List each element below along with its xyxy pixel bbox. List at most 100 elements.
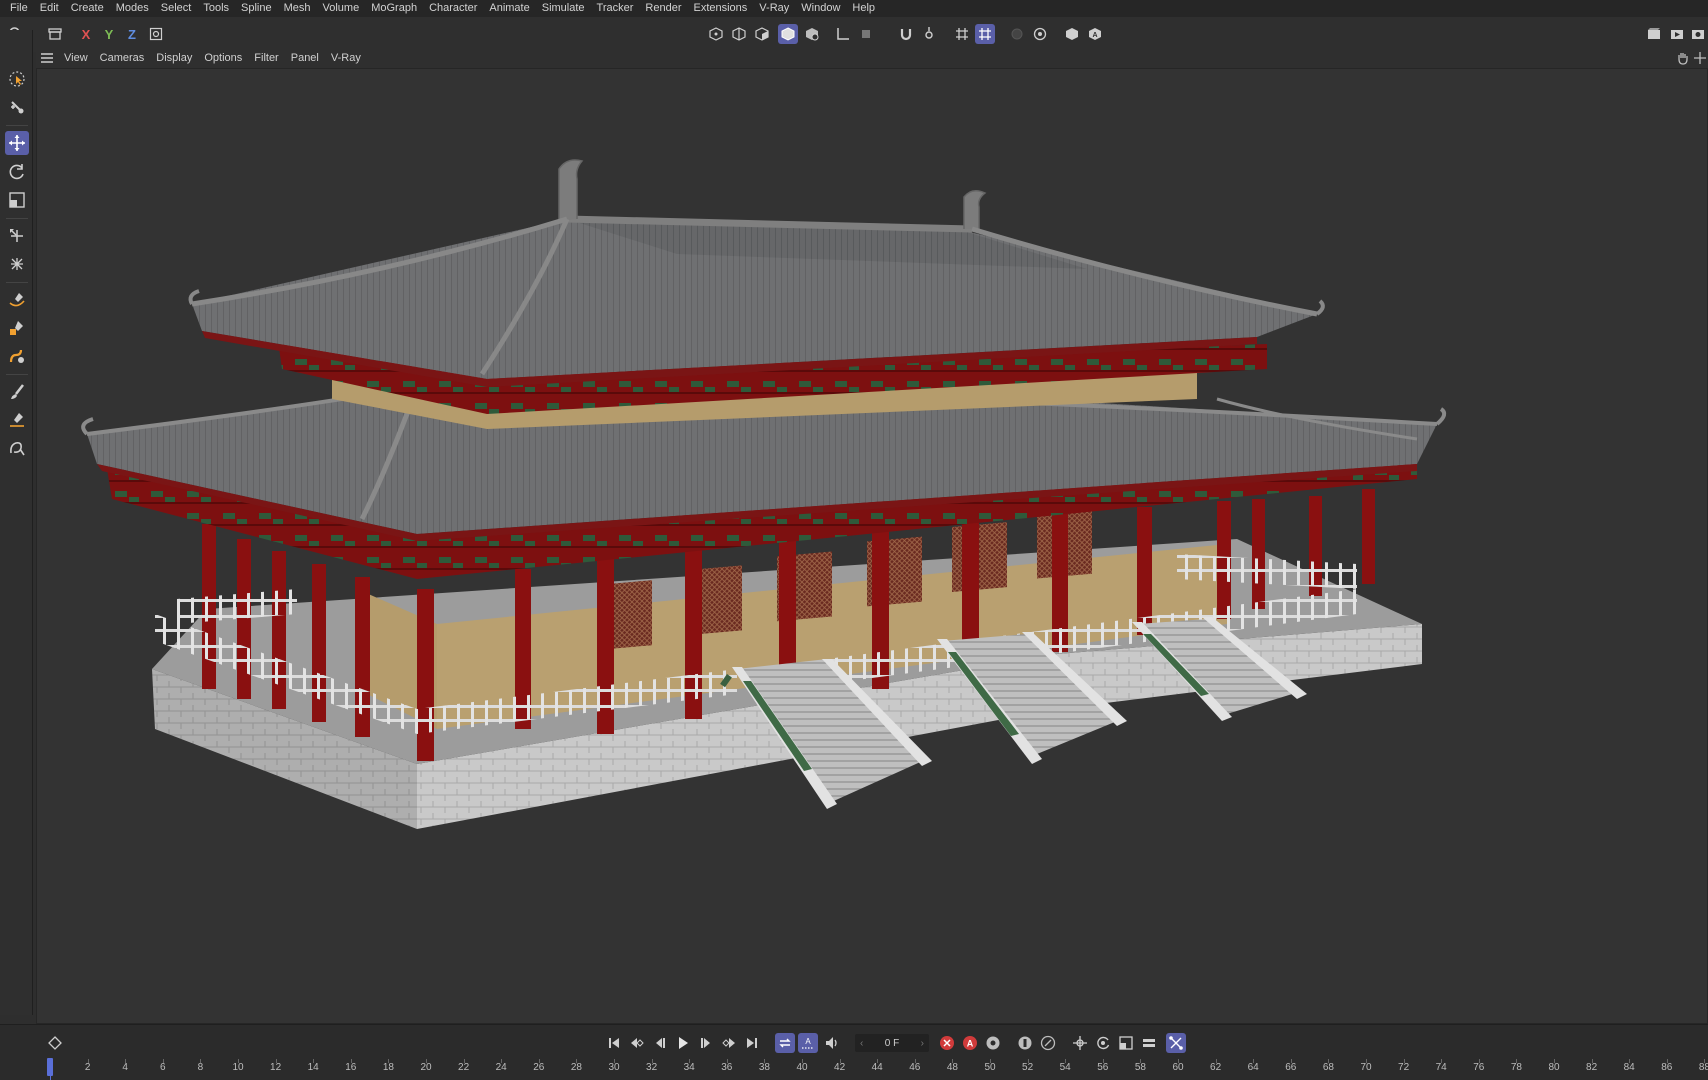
menu-mesh[interactable]: Mesh — [278, 0, 317, 17]
axis-mode-icon[interactable] — [833, 24, 853, 44]
render-active-view-icon[interactable] — [1667, 24, 1687, 44]
parameter-key-icon[interactable] — [1139, 1033, 1159, 1053]
menu-select[interactable]: Select — [155, 0, 198, 17]
ruler-tick-mark — [576, 1059, 578, 1063]
workplane-snap-icon[interactable] — [975, 24, 995, 44]
viewport-menu-icon[interactable] — [36, 48, 58, 68]
render-view-icon[interactable] — [1030, 24, 1050, 44]
sound-icon[interactable] — [822, 1033, 842, 1053]
axis-y-toggle[interactable]: Y — [99, 24, 119, 44]
viewport-menu-view[interactable]: View — [58, 48, 94, 68]
playback-mode-icon[interactable]: A — [798, 1033, 818, 1053]
scale-key-icon[interactable] — [1116, 1033, 1136, 1053]
rotation-key-icon[interactable] — [1093, 1033, 1113, 1053]
render-settings-icon[interactable] — [1644, 24, 1664, 44]
timeline-playhead[interactable] — [47, 1058, 53, 1076]
previous-frame-icon[interactable] — [650, 1033, 670, 1053]
record-keys-icon[interactable] — [937, 1033, 957, 1053]
ruler-tick-label: 44 — [871, 1062, 883, 1073]
menu-create[interactable]: Create — [65, 0, 110, 17]
snap-magnet-icon[interactable] — [896, 24, 916, 44]
frame-increment-icon[interactable]: › — [921, 1038, 924, 1049]
live-selection-icon[interactable] — [5, 67, 29, 91]
render-region-icon[interactable] — [1007, 24, 1027, 44]
point-level-animation-icon[interactable] — [1166, 1033, 1186, 1053]
next-key-icon[interactable] — [719, 1033, 739, 1053]
play-forward-icon[interactable] — [673, 1033, 693, 1053]
frame-decrement-icon[interactable]: ‹ — [860, 1038, 863, 1049]
viewport-menu-options[interactable]: Options — [198, 48, 248, 68]
autokeying-icon[interactable]: A — [960, 1033, 980, 1053]
viewport-menu-cameras[interactable]: Cameras — [94, 48, 151, 68]
3d-viewport[interactable] — [36, 68, 1708, 1024]
model-mode-icon[interactable] — [778, 24, 798, 44]
keyframe-diamond-icon[interactable] — [45, 1033, 65, 1053]
viewport-menu-filter[interactable]: Filter — [248, 48, 284, 68]
viewport-menu-vray[interactable]: V-Ray — [325, 48, 367, 68]
axis-z-toggle[interactable]: Z — [122, 24, 142, 44]
knife-tool-icon[interactable] — [5, 408, 29, 432]
ruler-tick-mark — [614, 1059, 615, 1063]
key-info-icon[interactable] — [1015, 1033, 1035, 1053]
viewport-menu-display[interactable]: Display — [150, 48, 198, 68]
timeline-ruler[interactable]: 0246810121416182022242628303234363840424… — [44, 1059, 1708, 1080]
loop-icon[interactable] — [775, 1033, 795, 1053]
ruler-tick-mark — [1403, 1059, 1405, 1063]
snap-settings-icon[interactable] — [919, 24, 939, 44]
go-to-start-icon[interactable] — [604, 1033, 624, 1053]
auto-key-icon[interactable]: A — [1085, 24, 1105, 44]
ruler-tick-label: 10 — [232, 1062, 244, 1073]
texture-mode-icon[interactable] — [802, 24, 822, 44]
points-mode-icon[interactable] — [706, 24, 726, 44]
menu-extensions[interactable]: Extensions — [687, 0, 753, 17]
menu-modes[interactable]: Modes — [110, 0, 155, 17]
polygons-mode-icon[interactable] — [752, 24, 772, 44]
viewport-menu-panel[interactable]: Panel — [285, 48, 325, 68]
next-frame-icon[interactable] — [696, 1033, 716, 1053]
ruler-tick-mark — [1516, 1059, 1518, 1063]
scale-tool-icon[interactable] — [5, 188, 29, 212]
transform-tool-icon[interactable] — [5, 224, 29, 248]
undo-history-icon[interactable] — [45, 24, 65, 44]
menu-simulate[interactable]: Simulate — [536, 0, 591, 17]
menu-window[interactable]: Window — [795, 0, 846, 17]
polygon-pen-icon[interactable] — [5, 436, 29, 460]
create-tool-icon[interactable] — [5, 95, 29, 119]
axis-x-toggle[interactable]: X — [76, 24, 96, 44]
menu-render[interactable]: Render — [639, 0, 687, 17]
object-cube-icon[interactable] — [1062, 24, 1082, 44]
move-tool-icon[interactable] — [5, 131, 29, 155]
menu-help[interactable]: Help — [846, 0, 881, 17]
ruler-tick-mark — [388, 1059, 390, 1063]
spline-smooth-icon[interactable] — [5, 344, 29, 368]
go-to-end-icon[interactable] — [742, 1033, 762, 1053]
ruler-tick-mark — [1629, 1059, 1631, 1063]
current-frame-field[interactable]: ‹ 0 F › — [855, 1034, 929, 1052]
solo-mode-icon[interactable] — [856, 24, 876, 44]
sketch-tool-icon[interactable] — [5, 316, 29, 340]
brush-tool-icon[interactable] — [5, 380, 29, 404]
render-to-picture-viewer-icon[interactable] — [1690, 24, 1706, 44]
placement-tool-icon[interactable] — [5, 252, 29, 276]
spline-pen-icon[interactable] — [5, 288, 29, 312]
rotate-tool-icon[interactable] — [5, 160, 29, 184]
keyframe-selection-icon[interactable] — [983, 1033, 1003, 1053]
menu-mograph[interactable]: MoGraph — [365, 0, 423, 17]
menu-file[interactable]: File — [4, 0, 34, 17]
menu-tools[interactable]: Tools — [197, 0, 235, 17]
position-key-icon[interactable] — [1070, 1033, 1090, 1053]
ruler-tick-mark — [914, 1059, 916, 1063]
menu-tracker[interactable]: Tracker — [591, 0, 640, 17]
menu-spline[interactable]: Spline — [235, 0, 278, 17]
ruler-tick-label: 72 — [1398, 1062, 1410, 1073]
menu-edit[interactable]: Edit — [34, 0, 65, 17]
menu-animate[interactable]: Animate — [483, 0, 535, 17]
motion-clip-icon[interactable] — [1038, 1033, 1058, 1053]
menu-character[interactable]: Character — [423, 0, 483, 17]
grid-snap-icon[interactable] — [952, 24, 972, 44]
previous-key-icon[interactable] — [627, 1033, 647, 1053]
coordinate-system-icon[interactable] — [146, 24, 166, 44]
edges-mode-icon[interactable] — [729, 24, 749, 44]
menu-vray[interactable]: V-Ray — [753, 0, 795, 17]
menu-volume[interactable]: Volume — [317, 0, 366, 17]
